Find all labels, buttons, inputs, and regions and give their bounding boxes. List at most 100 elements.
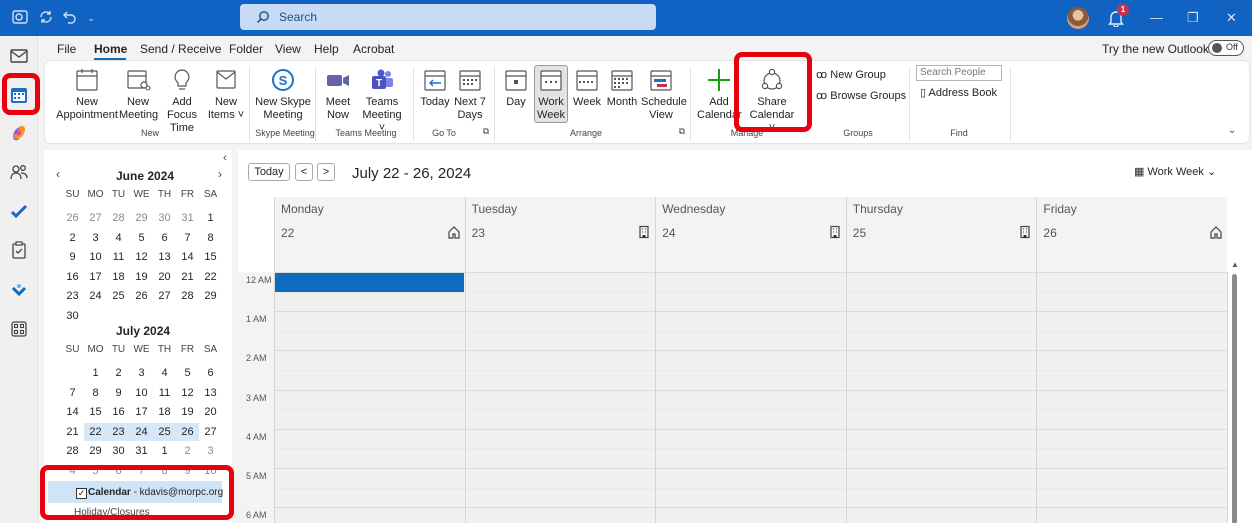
day-header[interactable]: Monday 22	[274, 197, 465, 272]
more-apps-icon[interactable]	[9, 319, 29, 339]
minical-day[interactable]: 10	[130, 384, 153, 402]
scroll-thumb[interactable]	[1232, 274, 1237, 523]
minical-day[interactable]: 14	[176, 248, 199, 266]
minical-day[interactable]: 2	[176, 442, 199, 460]
menu-acrobat[interactable]: Acrobat	[353, 42, 394, 56]
copilot-icon[interactable]	[9, 123, 29, 143]
today-button[interactable]: Today	[419, 67, 451, 109]
search-people-input[interactable]: Search People	[916, 65, 1002, 81]
minical-day[interactable]: 15	[84, 403, 107, 421]
week-view-button[interactable]: Week	[571, 67, 603, 109]
minical-day[interactable]: 10	[84, 248, 107, 266]
minical-day[interactable]: 20	[199, 403, 222, 421]
minical-day[interactable]: 20	[153, 268, 176, 286]
minical-day[interactable]: 30	[61, 307, 84, 325]
goto-dialog-launcher-icon[interactable]: ⧉	[481, 126, 491, 137]
minical-day[interactable]: 13	[153, 248, 176, 266]
address-book-button[interactable]: ▯ Address Book	[920, 86, 997, 99]
prev-month-chevron-icon[interactable]: ‹	[56, 167, 60, 181]
minical-day[interactable]: 12	[130, 248, 153, 266]
menu-folder[interactable]: Folder	[229, 42, 263, 56]
minical-day[interactable]: 13	[199, 384, 222, 402]
minical-day[interactable]: 6	[153, 229, 176, 247]
minical-day[interactable]: 24	[130, 423, 153, 441]
work-week-button[interactable]: Work Week	[535, 67, 567, 122]
minical-day[interactable]: 25	[107, 287, 130, 305]
minical-day[interactable]: 3	[130, 364, 153, 382]
customize-toolbar-chevron-icon[interactable]: ⌄	[82, 9, 100, 27]
search-box[interactable]: Search	[240, 4, 656, 30]
minical-day[interactable]: 28	[176, 287, 199, 305]
collapse-pane-chevron-icon[interactable]: ‹	[223, 152, 227, 164]
minical-day[interactable]: 31	[130, 442, 153, 460]
minical-day[interactable]: 30	[153, 209, 176, 227]
new-appointment-button[interactable]: New Appointment	[55, 67, 119, 122]
minical-day[interactable]: 22	[84, 423, 107, 441]
new-skype-meeting-button[interactable]: S New Skype Meeting	[255, 67, 311, 122]
minical-day[interactable]: 27	[153, 287, 176, 305]
tasks-clipboard-icon[interactable]	[9, 240, 29, 260]
arrange-dialog-launcher-icon[interactable]: ⧉	[677, 126, 687, 137]
minical-day[interactable]: 3	[199, 442, 222, 460]
minical-day[interactable]: 29	[130, 209, 153, 227]
close-button[interactable]: ✕	[1226, 10, 1237, 26]
viva-icon[interactable]	[9, 280, 29, 300]
minical-day[interactable]: 11	[153, 384, 176, 402]
minical-day[interactable]: 21	[176, 268, 199, 286]
calendar-grid[interactable]	[274, 272, 1228, 523]
minical-day[interactable]: 26	[176, 423, 199, 441]
todo-check-icon[interactable]	[9, 201, 29, 221]
sync-icon[interactable]	[37, 9, 55, 27]
minical-day[interactable]: 26	[130, 287, 153, 305]
next-7-days-button[interactable]: Next 7 Days	[453, 67, 487, 122]
previous-week-button[interactable]: <	[295, 163, 313, 181]
minical-day[interactable]: 8	[199, 229, 222, 247]
minical-day[interactable]: 9	[107, 384, 130, 402]
day-view-button[interactable]: Day	[501, 67, 531, 109]
minical-day[interactable]: 27	[199, 423, 222, 441]
minical-day[interactable]: 23	[107, 423, 130, 441]
minical-day[interactable]: 8	[84, 384, 107, 402]
minical-day[interactable]: 18	[107, 268, 130, 286]
minical-day[interactable]: 1	[84, 364, 107, 382]
user-avatar[interactable]	[1067, 7, 1089, 29]
teams-meeting-button[interactable]: T Teams Meeting ˅	[359, 67, 405, 135]
minical-day[interactable]: 11	[107, 248, 130, 266]
undo-icon[interactable]	[60, 9, 78, 27]
add-focus-time-button[interactable]: Add Focus Time	[157, 67, 207, 135]
next-month-chevron-icon[interactable]: ›	[218, 167, 222, 181]
people-icon[interactable]	[9, 162, 29, 182]
new-items-button[interactable]: New Items ˅	[205, 67, 247, 122]
minical-day[interactable]: 5	[176, 364, 199, 382]
day-header[interactable]: Friday 26	[1036, 197, 1227, 272]
minical-day[interactable]: 31	[176, 209, 199, 227]
minical-day[interactable]: 25	[153, 423, 176, 441]
minical-day[interactable]: 1	[153, 442, 176, 460]
calendar-event[interactable]	[275, 273, 464, 293]
month-view-button[interactable]: Month	[605, 67, 639, 109]
minical-day[interactable]: 19	[130, 268, 153, 286]
schedule-view-button[interactable]: Schedule View	[641, 67, 687, 122]
day-header[interactable]: Thursday 25	[845, 197, 1037, 272]
minical-day[interactable]: 17	[84, 268, 107, 286]
mail-icon[interactable]	[9, 46, 29, 66]
menu-help[interactable]: Help	[314, 42, 339, 56]
minical-day[interactable]: 3	[84, 229, 107, 247]
day-header[interactable]: Wednesday 24	[655, 197, 846, 272]
minical-day[interactable]: 26	[61, 209, 84, 227]
minical-day[interactable]: 22	[199, 268, 222, 286]
minical-day[interactable]: 7	[61, 384, 84, 402]
minical-day[interactable]: 28	[107, 209, 130, 227]
restore-button[interactable]: ❐	[1187, 10, 1199, 26]
view-selector[interactable]: ▦ Work Week ⌄	[1134, 165, 1216, 178]
day-header[interactable]: Tuesday 23	[464, 197, 656, 272]
new-meeting-button[interactable]: New Meeting	[119, 67, 158, 122]
minical-day[interactable]: 4	[107, 229, 130, 247]
vertical-scrollbar[interactable]: ▲	[1230, 260, 1239, 523]
minical-day[interactable]: 21	[61, 423, 84, 441]
try-new-outlook-toggle[interactable]: Off	[1208, 40, 1244, 56]
minical-day[interactable]: 28	[61, 442, 84, 460]
minical-day[interactable]: 1	[199, 209, 222, 227]
minical-day[interactable]: 27	[84, 209, 107, 227]
collapse-ribbon-chevron-icon[interactable]: ⌄	[1228, 125, 1236, 136]
